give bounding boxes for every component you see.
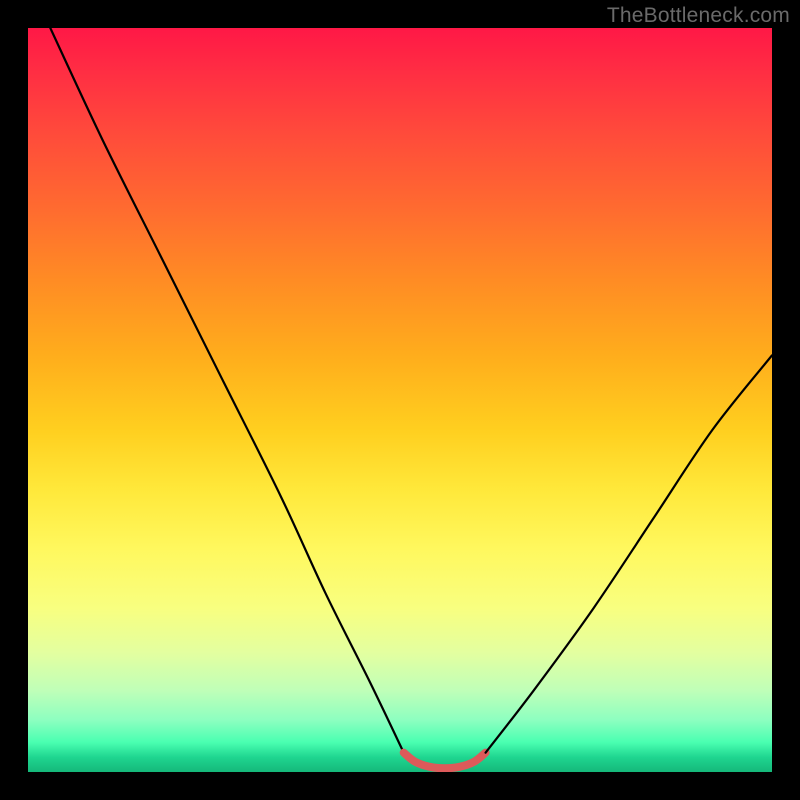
plot-area [28, 28, 772, 772]
watermark-text: TheBottleneck.com [607, 4, 790, 28]
curve-left-branch [50, 28, 403, 753]
curve-right-branch [486, 355, 772, 752]
chart-frame: TheBottleneck.com [0, 0, 800, 800]
bottleneck-curve [28, 28, 772, 772]
curve-trough [404, 753, 486, 769]
